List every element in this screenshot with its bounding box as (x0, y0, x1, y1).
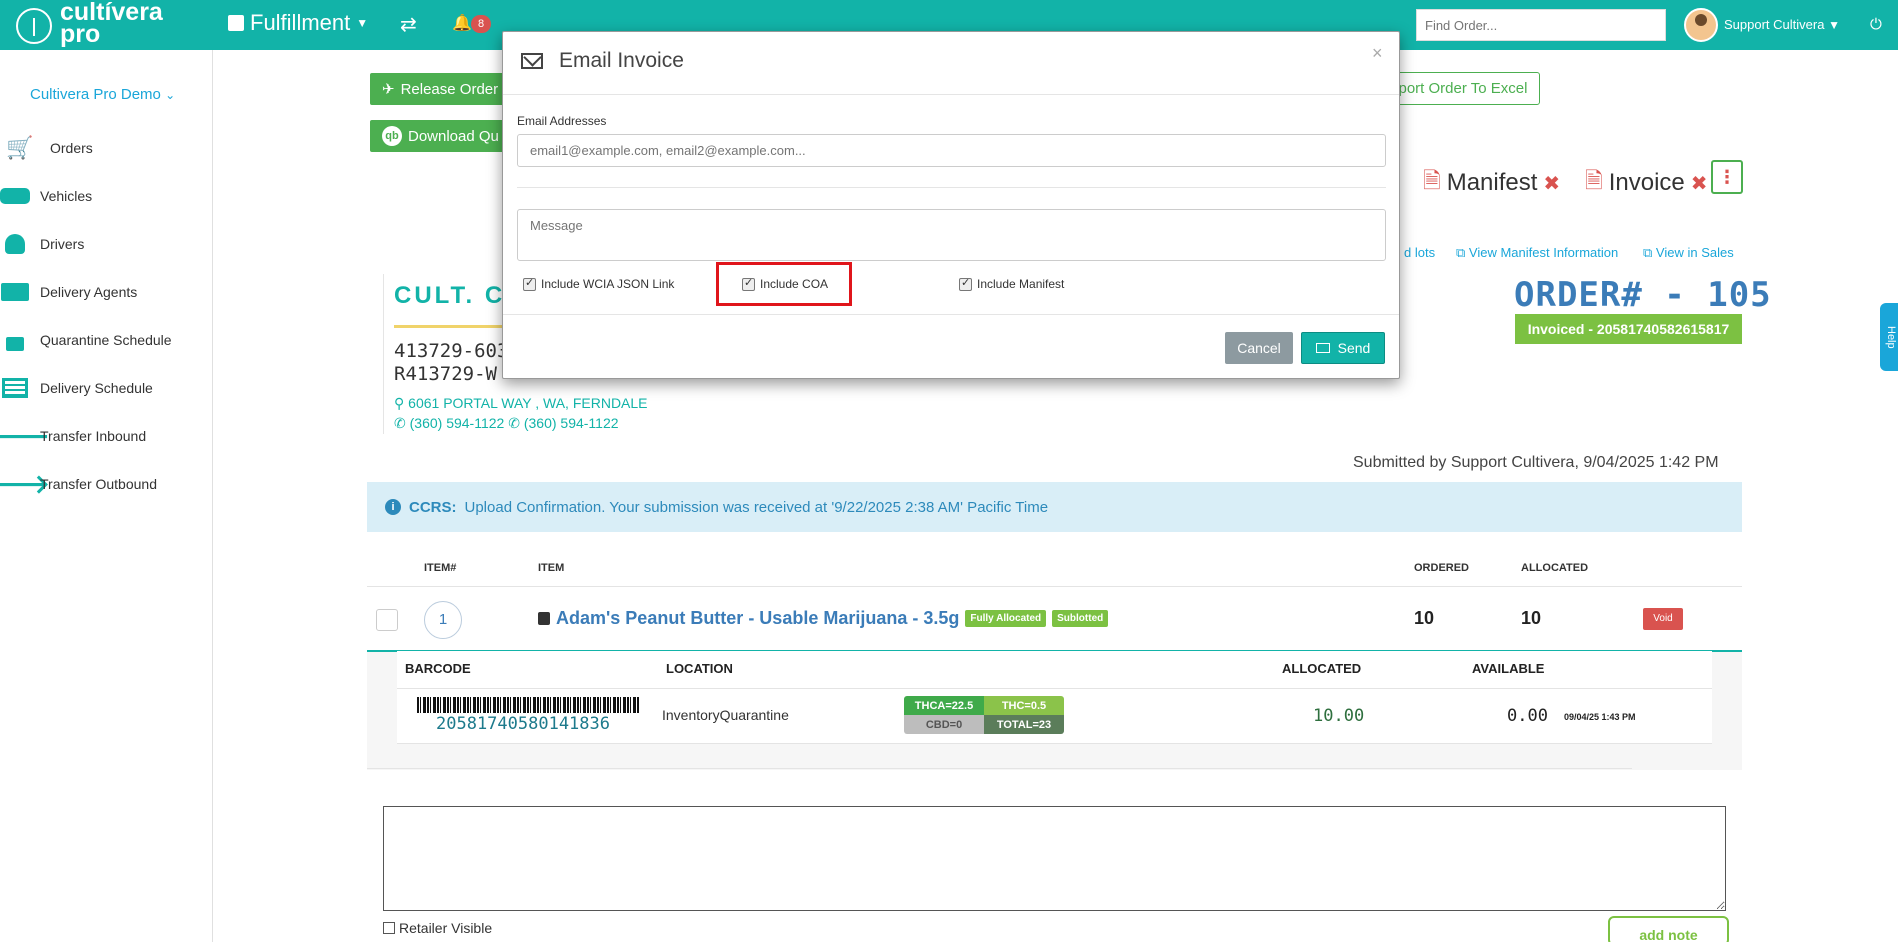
include-wcia-checkbox[interactable] (523, 276, 536, 291)
include-manifest-checkbox[interactable] (959, 276, 972, 291)
include-wcia-option[interactable]: Include WCIA JSON Link (523, 276, 675, 291)
email-invoice-modal: Email Invoice × Email Addresses Include … (502, 31, 1400, 379)
modal-title: Email Invoice (521, 49, 684, 73)
divider (503, 314, 1399, 315)
message-textarea[interactable] (517, 209, 1386, 261)
include-manifest-option[interactable]: Include Manifest (959, 276, 1065, 291)
highlight-box (716, 262, 852, 306)
include-manifest-label: Include Manifest (977, 277, 1065, 291)
envelope-icon (1315, 343, 1330, 353)
include-wcia-label: Include WCIA JSON Link (541, 277, 675, 291)
close-icon[interactable]: × (1372, 43, 1383, 64)
email-label: Email Addresses (517, 114, 607, 128)
cancel-button[interactable]: Cancel (1225, 332, 1293, 364)
divider (503, 94, 1399, 95)
email-addresses-input[interactable] (517, 134, 1386, 167)
send-button[interactable]: Send (1301, 332, 1385, 364)
send-label: Send (1337, 340, 1371, 356)
envelope-icon (521, 53, 543, 69)
modal-title-text: Email Invoice (559, 49, 684, 72)
divider (517, 187, 1386, 188)
